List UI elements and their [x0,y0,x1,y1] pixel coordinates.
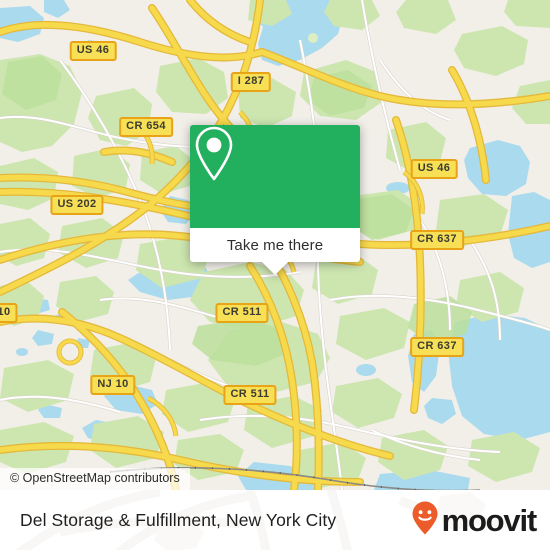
popup-header [190,125,360,228]
moovit-smiley-pin-icon [410,500,440,541]
map-page: US 46 I 287 CR 654 US 46 US 202 CR 637 1… [0,0,550,550]
road-shield: CR 637 [410,337,464,357]
road-shield: US 202 [50,195,104,215]
road-shield: US 46 [69,41,117,61]
popup-tail [262,262,288,275]
road-shield: CR 511 [223,385,277,405]
road-shield: I 287 [230,72,272,92]
take-me-there-label: Take me there [226,236,324,254]
moovit-brand[interactable]: moovit [410,500,538,541]
moovit-wordmark: moovit [441,502,538,538]
road-shield: US 46 [410,159,458,179]
place-title: Del Storage & Fulfillment, New York City [20,509,337,530]
location-popup[interactable]: Take me there [190,125,360,275]
map-canvas[interactable]: US 46 I 287 CR 654 US 46 US 202 CR 637 1… [0,0,550,490]
road-shield: CR 654 [119,117,173,137]
road-shield: NJ 10 [90,375,136,395]
osm-attribution[interactable]: © OpenStreetMap contributors [0,468,190,490]
footer-bar: Del Storage & Fulfillment, New York City… [0,490,550,550]
road-shield: CR 637 [410,230,464,250]
popup-footer[interactable]: Take me there [190,228,360,275]
road-shield: 10 [0,303,18,323]
road-shield: CR 511 [215,303,269,323]
